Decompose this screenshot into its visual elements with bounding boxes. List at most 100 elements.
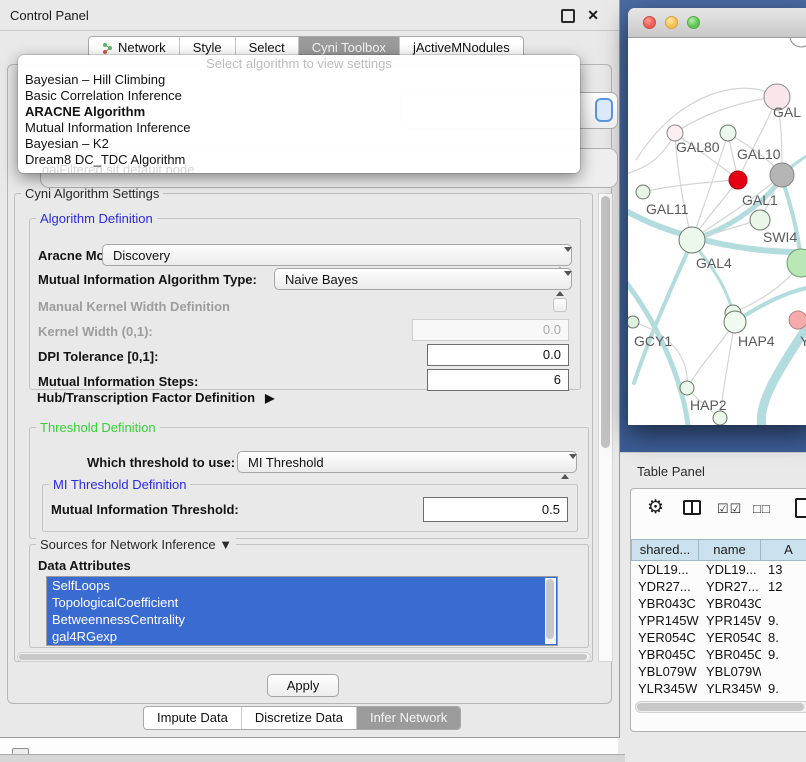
column-header[interactable]: A: [761, 539, 806, 561]
screen: Control Panel ✕ NetworkStyleSelectCyni T…: [0, 0, 806, 762]
kernel-width-input[interactable]: 0.0: [412, 319, 569, 341]
attribute-item[interactable]: BetweennessCentrality: [47, 611, 557, 628]
stepper-icon: [556, 249, 565, 263]
minimize-traffic-light[interactable]: [665, 16, 678, 29]
table-row[interactable]: YDR27...YDR27...12: [631, 578, 806, 595]
mi-threshold-group-title: MI Threshold Definition: [49, 477, 190, 492]
algorithm-option[interactable]: ARACNE Algorithm: [18, 104, 580, 120]
table-horizontal-scrollbar[interactable]: [635, 701, 806, 713]
table-cell: YBR043C: [631, 595, 699, 612]
data-attributes-label: Data Attributes: [38, 558, 131, 573]
table-cell: YPR145W: [699, 612, 761, 629]
page-icon[interactable]: [795, 498, 806, 518]
control-panel: Control Panel ✕ NetworkStyleSelectCyni T…: [0, 0, 620, 738]
attribute-item[interactable]: SelfLoops: [47, 577, 557, 594]
mi-steps-input[interactable]: 6: [427, 369, 569, 391]
close-icon[interactable]: ✕: [587, 7, 599, 24]
table-row[interactable]: YBL079WYBL079W: [631, 663, 806, 680]
gear-icon[interactable]: ⚙: [647, 496, 664, 519]
table-row[interactable]: YER054CYER054C8.: [631, 629, 806, 646]
table-cell: YBL079W: [631, 663, 699, 680]
which-threshold-label: Which threshold to use:: [87, 455, 235, 470]
algorithm-option[interactable]: Mutual Information Inference: [18, 120, 580, 136]
table-cell: 9.: [761, 680, 806, 697]
network-node[interactable]: [750, 210, 770, 230]
network-canvas[interactable]: GALGAL80GAL10GAL1GAL11SWI4GAL4GCY1HAP4YH…: [628, 38, 806, 425]
tab-label: Impute Data: [157, 707, 228, 729]
select-all-icon[interactable]: ☑☑: [717, 501, 742, 517]
float-window-icon[interactable]: [561, 9, 575, 23]
tab-infer-network[interactable]: Infer Network: [356, 707, 460, 729]
table-cell: [761, 663, 806, 680]
network-node[interactable]: [729, 171, 747, 189]
hub-definition-toggle[interactable]: Hub/Transcription Factor Definition▶: [37, 390, 274, 405]
network-edge: [692, 242, 733, 313]
tab-discretize-data[interactable]: Discretize Data: [241, 707, 356, 729]
network-node[interactable]: [636, 185, 650, 199]
network-node[interactable]: [713, 411, 727, 425]
dpi-tolerance-input[interactable]: 0.0: [427, 344, 569, 366]
algorithm-option[interactable]: Bayesian – K2: [18, 136, 580, 152]
aracne-mode-combobox[interactable]: Discovery: [102, 244, 572, 266]
manual-kernel-checkbox[interactable]: [553, 298, 567, 312]
network-node[interactable]: [680, 381, 694, 395]
network-node[interactable]: [790, 38, 806, 47]
algorithm-option[interactable]: Bayesian – Hill Climbing: [18, 72, 580, 88]
algorithm-dropdown-popup: galFiltered.sif default node Select algo…: [18, 55, 580, 173]
stepper-icon: [556, 273, 565, 287]
node-label: GAL: [773, 104, 801, 120]
which-threshold-combobox[interactable]: MI Threshold: [237, 451, 577, 473]
table-row[interactable]: YBR045CYBR045C9.: [631, 646, 806, 663]
network-node[interactable]: [720, 125, 736, 141]
stepper-icon: [561, 456, 570, 470]
collapse-arrow-icon[interactable]: ▼: [219, 537, 232, 552]
apply-button[interactable]: Apply: [267, 674, 339, 697]
table-row[interactable]: YPR145WYPR145W9.: [631, 612, 806, 629]
which-threshold-value: MI Threshold: [248, 455, 324, 470]
table-cell: 9.: [761, 612, 806, 629]
zoom-traffic-light[interactable]: [687, 16, 700, 29]
threshold-definition-title: Threshold Definition: [36, 420, 160, 435]
list-scrollbar[interactable]: [545, 578, 556, 644]
table-cell: YER054C: [699, 629, 761, 646]
network-node[interactable]: [679, 227, 705, 253]
split-columns-icon[interactable]: [683, 500, 701, 515]
table-row[interactable]: YLR345WYLR345W9.: [631, 680, 806, 697]
close-traffic-light[interactable]: [643, 16, 656, 29]
mi-type-combobox[interactable]: Naive Bayes: [274, 268, 572, 290]
table-cell: 12: [761, 578, 806, 595]
network-node[interactable]: [789, 311, 806, 329]
mi-steps-label: Mutual Information Steps:: [38, 374, 198, 389]
attribute-item[interactable]: TopologicalCoefficient: [47, 594, 557, 611]
network-node[interactable]: [770, 163, 794, 187]
column-header[interactable]: shared...: [631, 539, 699, 561]
mi-threshold-input[interactable]: 0.5: [423, 497, 568, 522]
network-node[interactable]: [628, 316, 639, 328]
data-attributes-list[interactable]: SelfLoopsTopologicalCoefficientBetweenne…: [46, 576, 558, 646]
algorithm-definition-group: Algorithm Definition Aracne Mode: Discov…: [29, 218, 581, 390]
table-cell: YER054C: [631, 629, 699, 646]
combobox-arrow-button[interactable]: [595, 98, 613, 122]
mi-type-value: Naive Bayes: [285, 272, 358, 287]
column-header[interactable]: name: [699, 539, 761, 561]
mi-threshold-label: Mutual Information Threshold:: [51, 502, 239, 517]
table-row[interactable]: YBR043CYBR043C: [631, 595, 806, 612]
table-panel-title: Table Panel: [637, 464, 705, 479]
table-row[interactable]: YDL19...YDL19...13: [631, 561, 806, 578]
settings-horizontal-scrollbar[interactable]: [17, 652, 591, 662]
attribute-item[interactable]: gal4RGexp: [47, 628, 557, 645]
algorithm-definition-title: Algorithm Definition: [36, 211, 157, 226]
kernel-width-label: Kernel Width (0,1):: [38, 324, 153, 339]
table-panel: ⚙ ☑☑ □□ shared...nameA YDL19...YDL19...1…: [630, 488, 806, 732]
tab-impute-data[interactable]: Impute Data: [144, 707, 241, 729]
mi-threshold-group: MI Threshold Definition Mutual Informati…: [42, 484, 578, 532]
algorithm-option[interactable]: Basic Correlation Inference: [18, 88, 580, 104]
network-icon: [102, 42, 113, 54]
settings-vertical-scrollbar[interactable]: [598, 193, 613, 662]
table-rows: YDL19...YDL19...13YDR27...YDR27...12YBR0…: [631, 561, 806, 701]
deselect-all-icon[interactable]: □□: [753, 501, 771, 516]
node-label: GAL4: [696, 255, 732, 271]
algorithm-option[interactable]: Dream8 DC_TDC Algorithm: [18, 152, 580, 168]
network-node[interactable]: [724, 311, 746, 333]
node-label: GAL80: [676, 139, 720, 155]
